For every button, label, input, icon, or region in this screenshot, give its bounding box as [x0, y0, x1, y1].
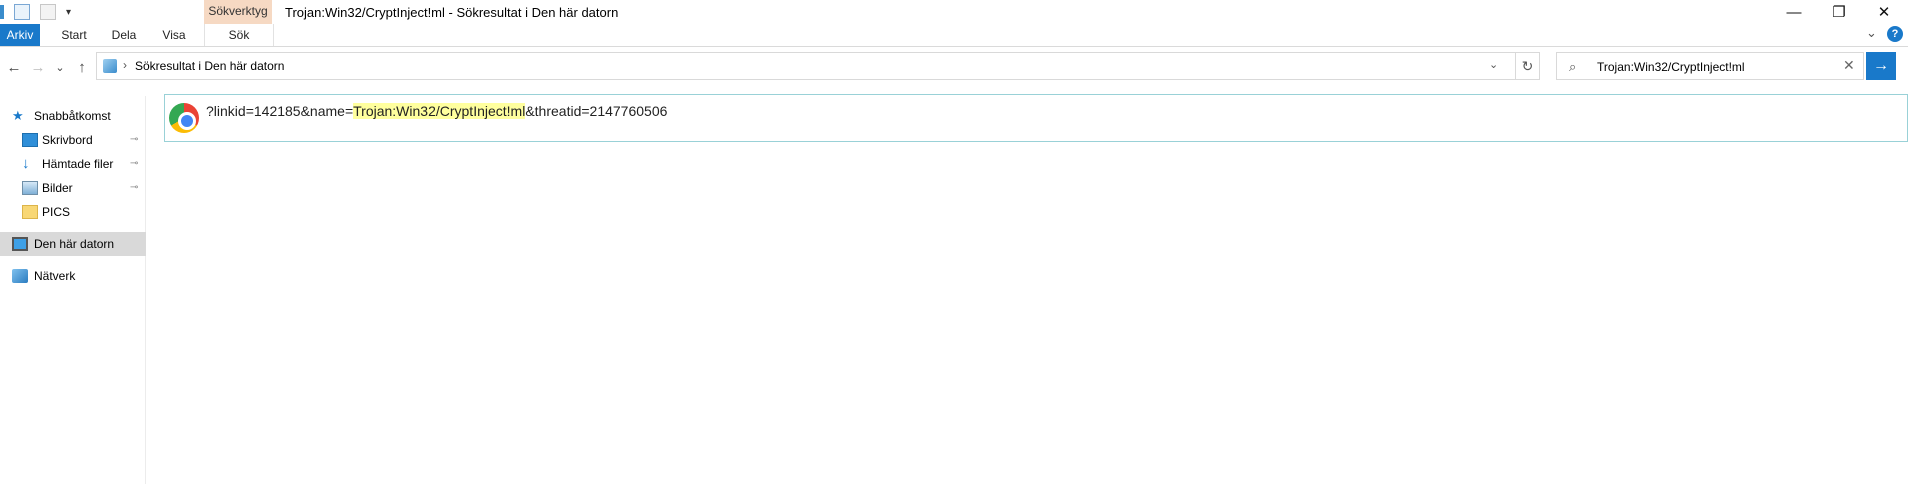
network-icon	[12, 269, 28, 283]
search-results-icon	[103, 59, 117, 73]
address-dropdown-icon[interactable]: ⌄	[1489, 58, 1498, 71]
sidebar-item-desktop[interactable]: Skrivbord ⊸	[0, 128, 146, 152]
ribbon-expand-icon[interactable]: ⌄	[1866, 25, 1877, 41]
chrome-icon-center	[178, 112, 196, 130]
close-button[interactable]: ✕	[1861, 0, 1907, 24]
result-suffix: &threatid=2147760506	[525, 103, 668, 119]
sidebar-item-label: Snabbåtkomst	[34, 109, 111, 123]
search-box[interactable]: ⌕ Trojan:Win32/CryptInject!ml ✕	[1556, 52, 1864, 80]
quick-access-toolbar: ▾	[0, 2, 71, 22]
sidebar-item-label: Bilder	[42, 181, 73, 195]
clear-search-icon[interactable]: ✕	[1843, 57, 1855, 74]
window-title: Trojan:Win32/CryptInject!ml - Sökresulta…	[285, 5, 619, 20]
breadcrumb-location[interactable]: Sökresultat i Den här datorn	[135, 59, 284, 73]
result-prefix: ?linkid=142185&name=	[206, 103, 354, 119]
minimize-button[interactable]: —	[1771, 0, 1817, 24]
sidebar-item-label: PICS	[42, 205, 71, 219]
sidebar-item-quick-access[interactable]: ★ Snabbåtkomst	[0, 104, 146, 128]
tab-visa[interactable]: Visa	[156, 24, 192, 46]
back-button[interactable]: ←	[2, 55, 26, 79]
address-bar[interactable]: › Sökresultat i Den här datorn ⌄	[96, 52, 1516, 80]
pin-icon: ⊸	[130, 134, 139, 145]
tab-sok[interactable]: Sök	[204, 24, 274, 46]
sidebar-item-downloads[interactable]: ↓ Hämtade filer ⊸	[0, 152, 146, 176]
sidebar-item-label: Den här datorn	[34, 237, 115, 251]
sidebar-item-this-pc[interactable]: Den här datorn	[0, 232, 146, 256]
search-icon: ⌕	[1569, 59, 1577, 74]
tab-arkiv[interactable]: Arkiv	[0, 24, 40, 46]
computer-icon	[12, 237, 28, 251]
breadcrumb-separator[interactable]: ›	[123, 58, 127, 72]
tab-dela[interactable]: Dela	[104, 24, 144, 46]
search-go-button[interactable]: →	[1866, 52, 1896, 80]
search-input[interactable]: Trojan:Win32/CryptInject!ml	[1597, 60, 1745, 74]
ribbon-divider	[0, 46, 1908, 47]
customize-qat-icon[interactable]: ▾	[66, 7, 71, 18]
new-folder-icon[interactable]	[40, 4, 56, 20]
navigation-pane: ★ Snabbåtkomst Skrivbord ⊸ ↓ Hämtade fil…	[0, 96, 146, 484]
pin-icon: ⊸	[130, 182, 139, 193]
sidebar-item-label: Nätverk	[34, 269, 76, 283]
desktop-icon	[22, 133, 38, 147]
sidebar-item-label: Skrivbord	[42, 133, 93, 147]
refresh-button[interactable]: ↻	[1516, 52, 1540, 80]
help-icon[interactable]: ?	[1887, 26, 1903, 42]
up-button[interactable]: ↑	[70, 55, 94, 79]
folder-icon	[22, 205, 38, 219]
folder-app-icon	[0, 5, 4, 19]
forward-button[interactable]: →	[26, 55, 50, 79]
restore-button[interactable]: ❐	[1816, 0, 1862, 24]
pictures-icon	[22, 181, 38, 195]
download-icon: ↓	[22, 155, 30, 172]
sidebar-item-pics[interactable]: PICS	[0, 200, 146, 224]
context-tab-group-label: Sökverktyg	[204, 0, 272, 24]
recent-locations-button[interactable]: ⌄	[48, 55, 72, 79]
result-filename[interactable]: ?linkid=142185&name=Trojan:Win32/CryptIn…	[206, 103, 667, 119]
properties-icon[interactable]	[14, 4, 30, 20]
search-result-item[interactable]: ?linkid=142185&name=Trojan:Win32/CryptIn…	[164, 94, 1908, 142]
sidebar-item-network[interactable]: Nätverk	[0, 264, 146, 288]
sidebar-item-label: Hämtade filer	[42, 157, 114, 171]
tab-start[interactable]: Start	[52, 24, 96, 46]
star-icon: ★	[12, 108, 24, 123]
pin-icon: ⊸	[130, 158, 139, 169]
chrome-icon	[169, 103, 199, 133]
sidebar-item-pictures[interactable]: Bilder ⊸	[0, 176, 146, 200]
result-highlight: Trojan:Win32/CryptInject!ml	[353, 103, 526, 119]
